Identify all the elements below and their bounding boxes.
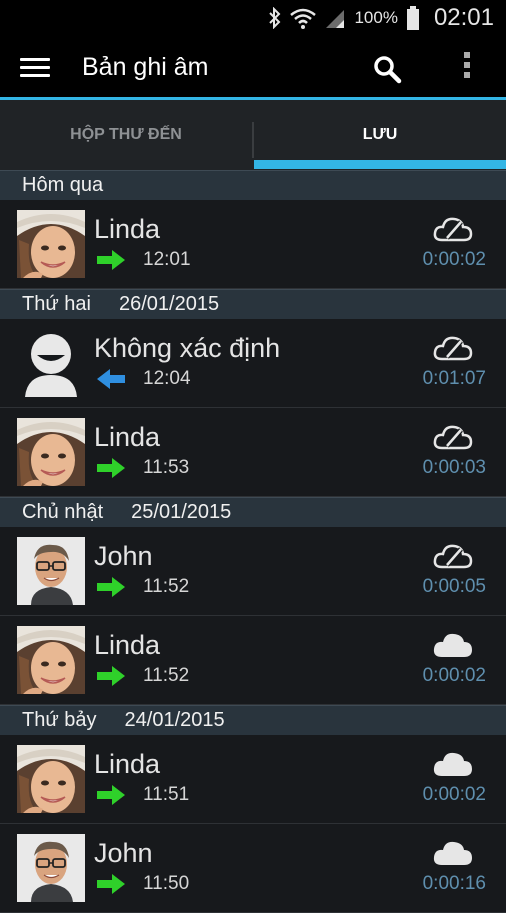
recording-list[interactable]: Hôm qua Linda 12:01 0:00:02 Thứ hai 26/01/… xyxy=(0,170,506,913)
page-title: Bản ghi âm xyxy=(82,53,209,81)
contact-avatar xyxy=(17,834,85,902)
cloud-not-synced-icon[interactable] xyxy=(433,214,473,244)
outgoing-call-arrow-icon xyxy=(96,874,126,894)
call-duration: 0:00:02 xyxy=(422,784,486,805)
contact-avatar xyxy=(17,418,85,486)
cloud-synced-icon[interactable] xyxy=(433,838,473,868)
section-header: Thứ bảy 24/01/2015 xyxy=(0,705,506,735)
call-time: 12:01 xyxy=(143,249,191,270)
unknown-contact-icon xyxy=(17,329,85,397)
section-date: 24/01/2015 xyxy=(124,709,225,731)
cloud-not-synced-icon[interactable] xyxy=(433,333,473,363)
section-header: Hôm qua xyxy=(0,170,506,200)
call-duration: 0:00:02 xyxy=(422,665,486,686)
contact-name: John xyxy=(94,838,153,868)
section-day: Hôm qua xyxy=(22,174,104,196)
call-time: 11:53 xyxy=(143,457,190,478)
section-day: Thứ hai xyxy=(22,293,91,315)
contact-avatar xyxy=(17,537,85,605)
cloud-not-synced-icon[interactable] xyxy=(433,541,473,571)
cloud-synced-icon[interactable] xyxy=(433,749,473,779)
call-duration: 0:00:05 xyxy=(422,576,486,597)
section-date: 25/01/2015 xyxy=(131,501,232,523)
status-icons: 100% 02:01 xyxy=(268,0,494,36)
bluetooth-icon xyxy=(269,7,281,29)
call-time: 11:50 xyxy=(143,873,190,894)
app-bar: Bản ghi âm xyxy=(0,36,506,100)
recording-row[interactable]: Không xác định 12:04 0:01:07 xyxy=(0,319,506,408)
call-duration: 0:01:07 xyxy=(422,368,486,389)
signal-icon xyxy=(326,10,345,28)
section-header: Thứ hai 26/01/2015 xyxy=(0,289,506,319)
cloud-not-synced-icon[interactable] xyxy=(433,422,473,452)
recording-row[interactable]: Linda 12:01 0:00:02 xyxy=(0,200,506,289)
section-day: Chủ nhật xyxy=(22,501,104,523)
call-duration: 0:00:03 xyxy=(422,457,486,478)
section-header: Chủ nhật 25/01/2015 xyxy=(0,497,506,527)
recording-row[interactable]: Linda 11:51 0:00:02 xyxy=(0,735,506,824)
battery-icon xyxy=(406,6,419,30)
contact-name: Linda xyxy=(94,630,161,660)
menu-icon[interactable] xyxy=(20,58,50,78)
tab-selected-indicator xyxy=(254,160,506,169)
contact-avatar xyxy=(17,210,85,278)
tab-inbox[interactable]: HỘP THƯ ĐẾN xyxy=(0,100,252,170)
contact-avatar xyxy=(17,626,85,694)
section-date: 26/01/2015 xyxy=(118,293,220,315)
status-bar: 100% 02:01 xyxy=(0,0,506,36)
battery-percent: 100% xyxy=(354,8,398,27)
outgoing-call-arrow-icon xyxy=(96,458,126,478)
wifi-icon xyxy=(290,8,317,29)
status-clock: 02:01 xyxy=(433,4,494,31)
contact-name: Linda xyxy=(94,214,161,244)
search-icon[interactable] xyxy=(372,54,402,84)
recording-row[interactable]: Linda 11:53 0:00:03 xyxy=(0,408,506,497)
call-time: 11:52 xyxy=(143,665,190,686)
outgoing-call-arrow-icon xyxy=(96,250,126,270)
call-duration: 0:00:16 xyxy=(422,873,486,894)
cloud-synced-icon[interactable] xyxy=(433,630,473,660)
outgoing-call-arrow-icon xyxy=(96,785,126,805)
outgoing-call-arrow-icon xyxy=(96,577,126,597)
call-time: 12:04 xyxy=(143,368,191,389)
call-time: 11:51 xyxy=(143,784,190,805)
recording-row[interactable]: Linda 11:52 0:00:02 xyxy=(0,616,506,705)
section-day: Thứ bảy xyxy=(22,709,97,731)
contact-avatar xyxy=(17,745,85,813)
recording-row[interactable]: John 11:52 0:00:05 xyxy=(0,527,506,616)
contact-name: John xyxy=(94,541,153,571)
contact-name: Không xác định xyxy=(94,333,281,363)
call-time: 11:52 xyxy=(143,576,190,597)
incoming-call-arrow-icon xyxy=(96,369,126,389)
call-duration: 0:00:02 xyxy=(422,249,486,270)
outgoing-call-arrow-icon xyxy=(96,666,126,686)
contact-name: Linda xyxy=(94,422,161,452)
overflow-menu-icon[interactable] xyxy=(460,52,474,86)
contact-name: Linda xyxy=(94,749,161,779)
